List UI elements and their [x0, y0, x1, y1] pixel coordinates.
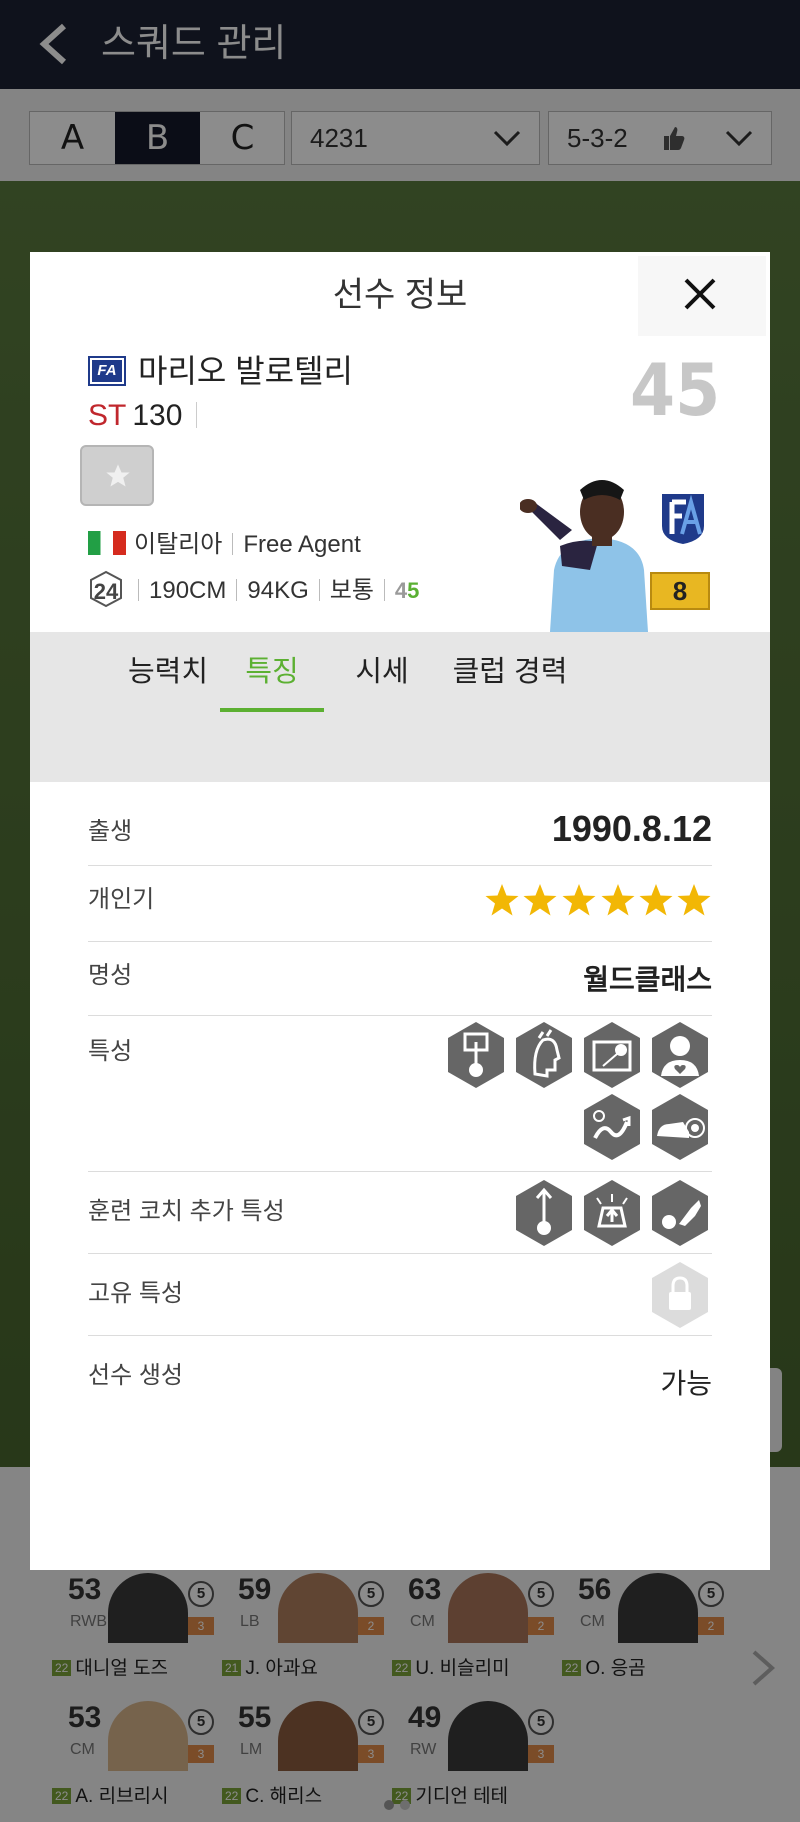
favorite-button[interactable] — [80, 445, 154, 506]
lock-icon — [649, 1260, 711, 1330]
position-label: ST — [88, 399, 127, 432]
reputation-label: 명성 — [88, 962, 133, 989]
player-weight: 94KG — [247, 577, 309, 604]
star-icon — [106, 464, 130, 487]
team-player-trait-icon[interactable] — [649, 1020, 711, 1090]
tab-traits[interactable]: 특징 — [220, 632, 324, 712]
age-badge: 24 — [88, 570, 124, 608]
birth-label: 출생 — [88, 818, 133, 845]
long-shot-trait-icon[interactable] — [581, 1020, 643, 1090]
flair-coach-icon[interactable] — [649, 1178, 711, 1248]
physical-info-line: 24 190CM 94KG 보통 45 — [88, 570, 419, 609]
tab-market-price[interactable]: 시세 — [342, 632, 422, 712]
popularity-row: 개인기 — [88, 866, 712, 942]
tab-club-history[interactable]: 클럽 경력 — [440, 632, 580, 712]
player-info-modal: 선수 정보 FA 마리오 발로텔리 ST 130 45 이탈리아 Free Agen… — [30, 252, 770, 1570]
finesse-shot-coach-icon[interactable] — [513, 1178, 575, 1248]
foot-rating: 45 — [394, 578, 420, 603]
player-height: 190CM — [149, 577, 227, 604]
birth-value: 1990.8.12 — [551, 808, 712, 849]
free-agent-badge: FA — [88, 356, 126, 386]
creation-label: 선수 생성 — [88, 1362, 183, 1389]
player-creation-row: 선수 생성 가능 — [88, 1336, 712, 1416]
player-name: 마리오 발로텔리 — [138, 353, 353, 389]
info-tab-bar: 능력치 특징 시세 클럽 경력 — [30, 632, 770, 782]
nation-name: 이탈리아 — [134, 531, 223, 558]
close-button[interactable] — [638, 256, 766, 336]
traits-label: 특성 — [88, 1038, 133, 1065]
position-ovr: 130 — [132, 399, 183, 432]
power-shot-trait-icon[interactable] — [649, 1092, 711, 1162]
traits-row: 특성 — [88, 1016, 712, 1172]
unique-trait-label: 고유 특성 — [88, 1280, 183, 1307]
reputation-row: 명성 월드클래스 — [88, 942, 712, 1016]
club-name: Free Agent — [243, 531, 361, 558]
popularity-stars — [485, 884, 711, 916]
unique-trait-row: 고유 특성 — [88, 1254, 712, 1336]
popularity-label: 개인기 — [88, 886, 155, 913]
nation-club-line: 이탈리아 Free Agent — [88, 528, 361, 562]
dribbler-trait-icon[interactable] — [581, 1092, 643, 1162]
italy-flag-icon — [88, 531, 126, 555]
free-agent-club-logo — [662, 494, 704, 544]
position-rating: ST 130 — [88, 396, 198, 436]
flair-trait-icon[interactable] — [513, 1020, 575, 1090]
coach-traits-label: 훈련 코치 추가 특성 — [88, 1198, 285, 1225]
enhancement-level-badge: 8 — [650, 572, 710, 610]
finesse-shot-trait-icon[interactable] — [445, 1020, 507, 1090]
close-icon — [684, 278, 716, 310]
player-build: 보통 — [329, 577, 374, 604]
overall-rating: 45 — [630, 348, 721, 432]
chip-shot-coach-icon[interactable] — [581, 1178, 643, 1248]
creation-value: 가능 — [660, 1368, 712, 1399]
coach-traits-row: 훈련 코치 추가 특성 — [88, 1172, 712, 1254]
tab-abilities[interactable]: 능력치 — [112, 632, 224, 712]
reputation-value: 월드클래스 — [583, 964, 712, 995]
birth-row: 출생 1990.8.12 — [88, 800, 712, 866]
